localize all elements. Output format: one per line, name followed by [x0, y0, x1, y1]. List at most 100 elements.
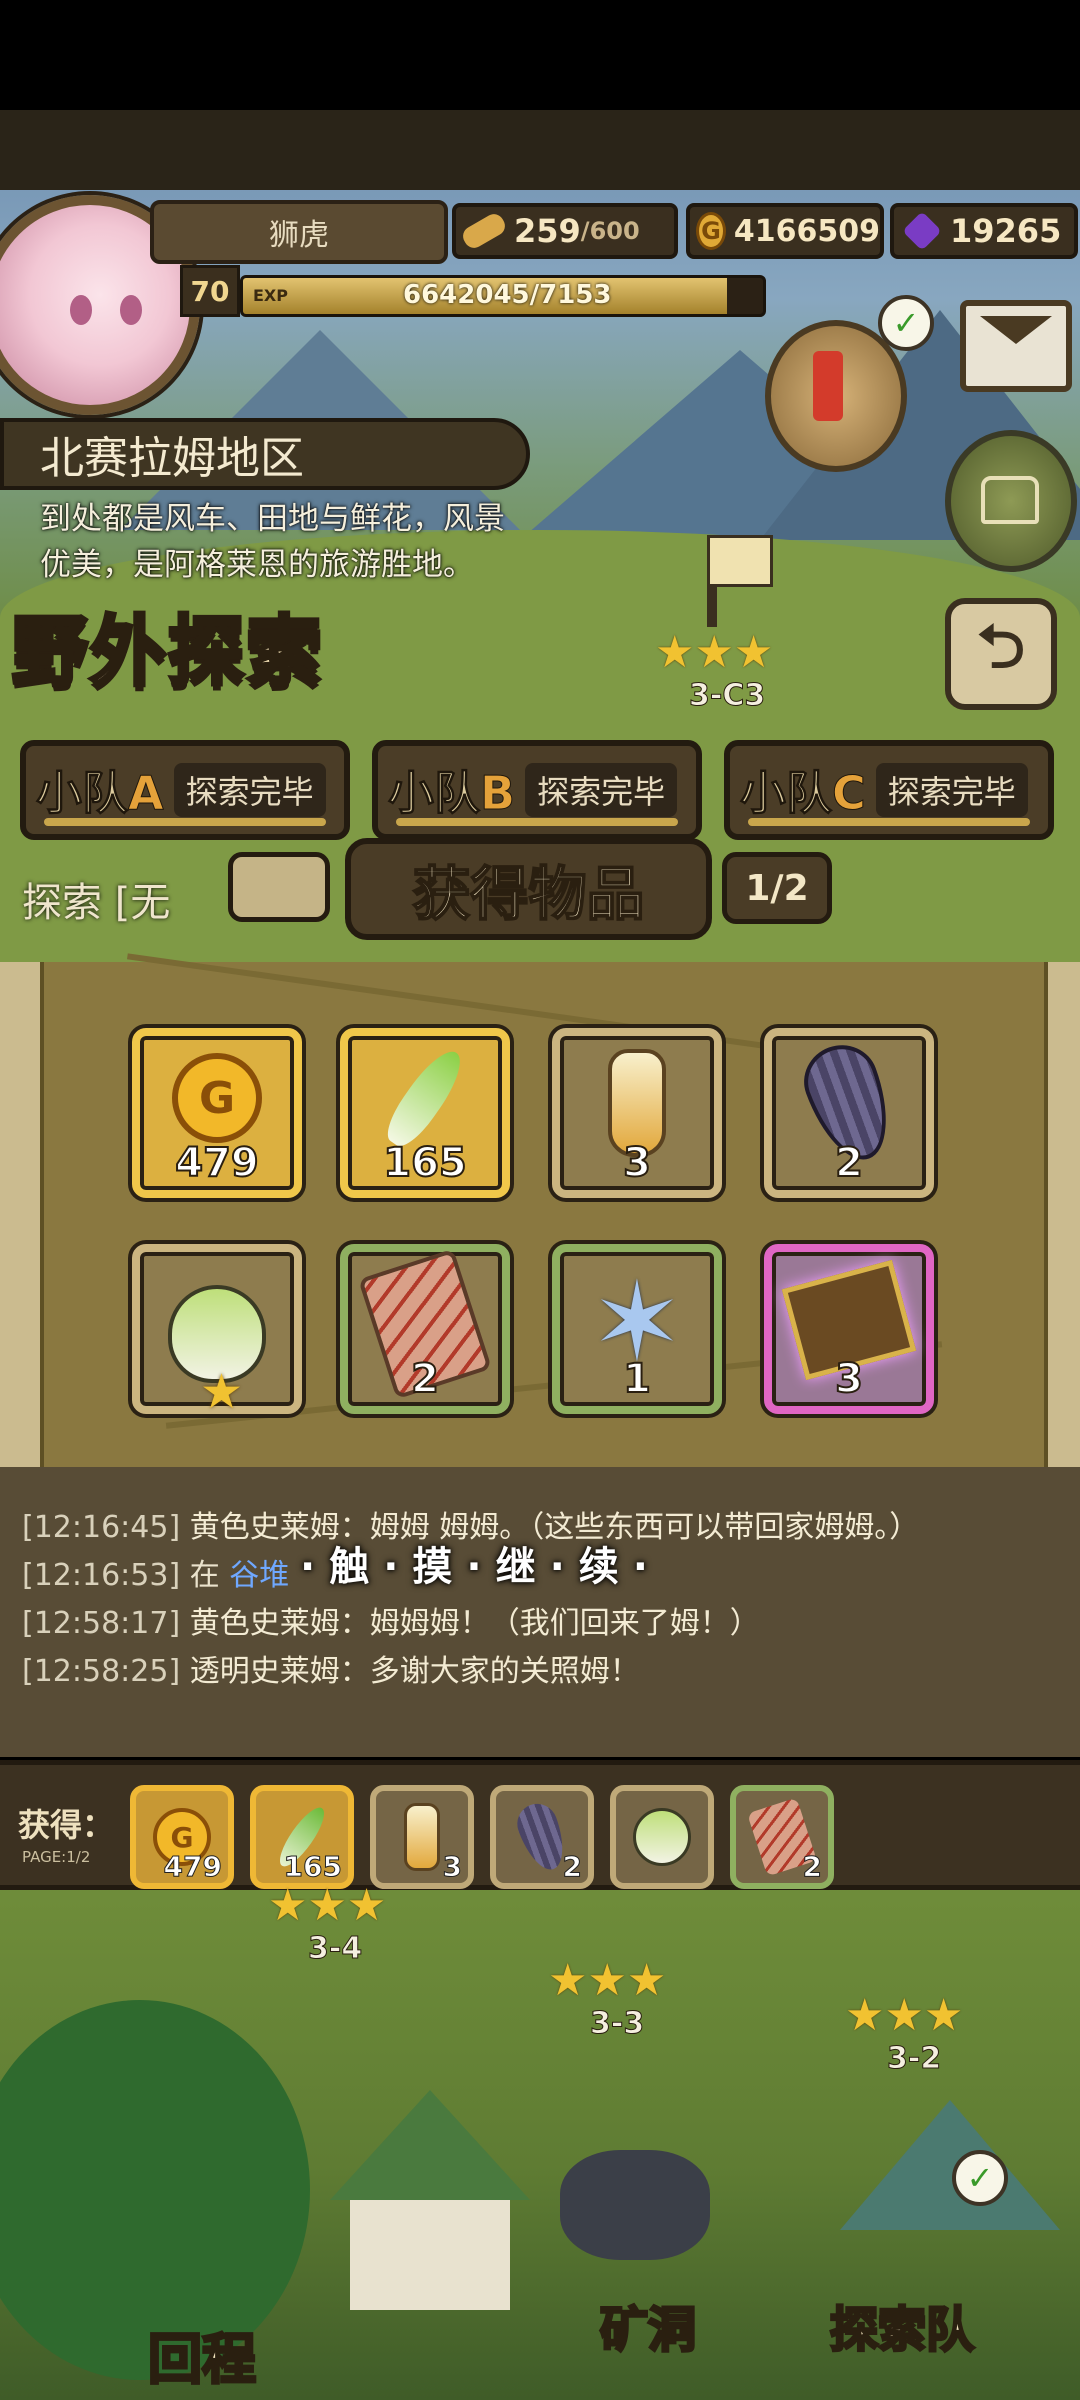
gold-display[interactable]: G 4166509 [686, 203, 884, 259]
stage-label: 3-4 [307, 1931, 363, 1967]
log-text: 黄色史莱姆：姆姆姆！（我们回来了姆！） [189, 1606, 760, 1641]
item-count: 479 [174, 1139, 260, 1187]
mini-count: 2 [562, 1850, 583, 1884]
stage-node-3-c3[interactable]: ★★★ 3-C3 [655, 535, 774, 714]
team-check-icon: ✓ [952, 2150, 1008, 2206]
quest-check-icon: ✓ [878, 295, 934, 351]
stage-node-3-3[interactable]: ★★★ 3-3 [548, 1955, 667, 2042]
bulb-sprout-icon [633, 1808, 691, 1866]
bag-button[interactable] [945, 430, 1077, 572]
item-count: 2 [834, 1139, 864, 1187]
gained-seed[interactable]: 2 [490, 1785, 594, 1889]
item-slot-potion-bottle[interactable]: 3 [552, 1028, 722, 1198]
exclamation-icon [813, 351, 843, 421]
backpack-icon [981, 476, 1039, 524]
stamina-display[interactable]: 259 /600 [452, 203, 678, 259]
item-slot-seed[interactable]: 2 [764, 1028, 934, 1198]
stamina-value: 259 [514, 212, 581, 250]
team-b-letter: B [479, 766, 516, 821]
team-a-name: 小队A [36, 757, 165, 823]
item-count: 3 [834, 1355, 864, 1403]
region-description: 到处都是风车、田地与鲜花，风景 优美，是阿格莱恩的旅游胜地。 [40, 496, 560, 588]
gem-display[interactable]: 19265 [890, 203, 1078, 259]
gained-potion-bottle[interactable]: 3 [370, 1785, 474, 1889]
team-c-prefix: 小队 [740, 766, 833, 821]
gained-page: PAGE:1/2 [22, 1848, 91, 1866]
mini-count: 3 [442, 1850, 463, 1884]
star-badge-icon: ★ [200, 1364, 244, 1420]
team-c-letter: C [832, 766, 867, 821]
explore-label: 探索 [无 [22, 880, 171, 926]
item-count: 2 [410, 1355, 440, 1403]
team-b-name: 小队B [388, 757, 516, 823]
log-time: [12:58:17] [22, 1606, 181, 1641]
touch-to-continue[interactable]: ·触·摸·继·续· [300, 1534, 662, 1592]
mini-count: 165 [283, 1850, 342, 1884]
log-time: [12:16:45] [22, 1510, 181, 1545]
popup-left-plate [228, 852, 330, 922]
stage-stars: ★★★ [548, 1955, 667, 2006]
log-text: 透明史莱姆：多谢大家的关照姆！ [189, 1654, 640, 1689]
gained-fish-tag[interactable]: 2 [730, 1785, 834, 1889]
exp-tag: EXP [253, 286, 288, 305]
popup-title-plate: 获得物品 [345, 838, 712, 940]
stage-label: 3-C3 [688, 678, 766, 714]
gained-bulb-sprout[interactable] [610, 1785, 714, 1889]
mail-button[interactable] [960, 300, 1072, 392]
stamina-max: /600 [580, 217, 640, 245]
team-b-button[interactable]: 小队B 探索完毕 [372, 740, 702, 840]
team-a-progress [44, 818, 326, 826]
return-button[interactable]: 回程 [147, 2315, 258, 2394]
region-name: 北赛拉姆地区 [40, 433, 304, 484]
item-count: 1 [622, 1355, 652, 1403]
team-c-button[interactable]: 小队C 探索完毕 [724, 740, 1054, 840]
item-slot-blue-flower[interactable]: ✶ 1 [552, 1244, 722, 1414]
explore-team-button[interactable]: 探索队 [828, 2290, 975, 2360]
gold-coin-icon: G [696, 212, 726, 250]
envelope-icon [980, 316, 1052, 344]
team-a-button[interactable]: 小队A 探索完毕 [20, 740, 350, 840]
stage-stars: ★★★ [268, 1880, 387, 1931]
log-time: [12:58:25] [22, 1654, 181, 1689]
player-name-plate: 狮虎 [150, 200, 448, 264]
gained-label: 获得： [18, 1806, 115, 1844]
team-b-prefix: 小队 [388, 766, 481, 821]
log-place-link[interactable]: 谷堆 [229, 1558, 289, 1593]
popup-page-indicator[interactable]: 1/2 [722, 852, 832, 924]
gained-gold-coin[interactable]: G 479 [130, 1785, 234, 1889]
log-time: [12:16:53] [22, 1558, 181, 1593]
mine-button[interactable]: 矿洞 [598, 2290, 697, 2360]
team-c-progress [748, 818, 1030, 826]
team-a-prefix: 小队 [36, 766, 129, 821]
stage-label: 3-3 [589, 2006, 645, 2042]
gained-feather[interactable]: 165 [250, 1785, 354, 1889]
mini-count: 479 [163, 1850, 222, 1884]
team-c-status: 探索完毕 [875, 763, 1028, 817]
log-line: [12:58:25] 透明史莱姆：多谢大家的关照姆！ [22, 1646, 640, 1690]
bread-icon [459, 210, 509, 252]
stage-node-3-4[interactable]: ★★★ 3-4 [268, 1880, 387, 1967]
player-name: 狮虎 [269, 218, 329, 253]
player-level: 70 [180, 265, 240, 317]
region-desc-line1: 到处都是风车、田地与鲜花，风景 [40, 501, 505, 537]
item-slot-bulb-sprout[interactable]: ★ [132, 1244, 302, 1420]
back-button[interactable]: ⮌ [945, 598, 1057, 710]
team-c-name: 小队C [740, 757, 867, 823]
stage-stars: ★★★ [845, 1990, 964, 2041]
feather-icon [378, 1042, 472, 1154]
stage-label: 3-2 [886, 2041, 942, 2077]
gold-coin-icon: G [172, 1053, 262, 1143]
log-line: [12:16:53] 在 谷堆 [22, 1550, 289, 1594]
popup-title: 获得物品 [411, 859, 645, 929]
stage-stars: ★★★ [655, 627, 774, 678]
screen-title: 野外探索 [10, 605, 324, 698]
item-slot-feather[interactable]: 165 [340, 1028, 510, 1198]
item-slot-gold-coin[interactable]: G 479 [132, 1028, 302, 1198]
team-a-status: 探索完毕 [173, 763, 326, 817]
stage-node-3-2[interactable]: ★★★ 3-2 [845, 1990, 964, 2077]
item-slot-fish-tag[interactable]: 2 [340, 1244, 510, 1414]
team-b-progress [396, 818, 678, 826]
team-b-status: 探索完毕 [525, 763, 678, 817]
item-slot-magic-book[interactable]: 3 [764, 1244, 934, 1414]
paw-flag-icon [707, 535, 773, 587]
